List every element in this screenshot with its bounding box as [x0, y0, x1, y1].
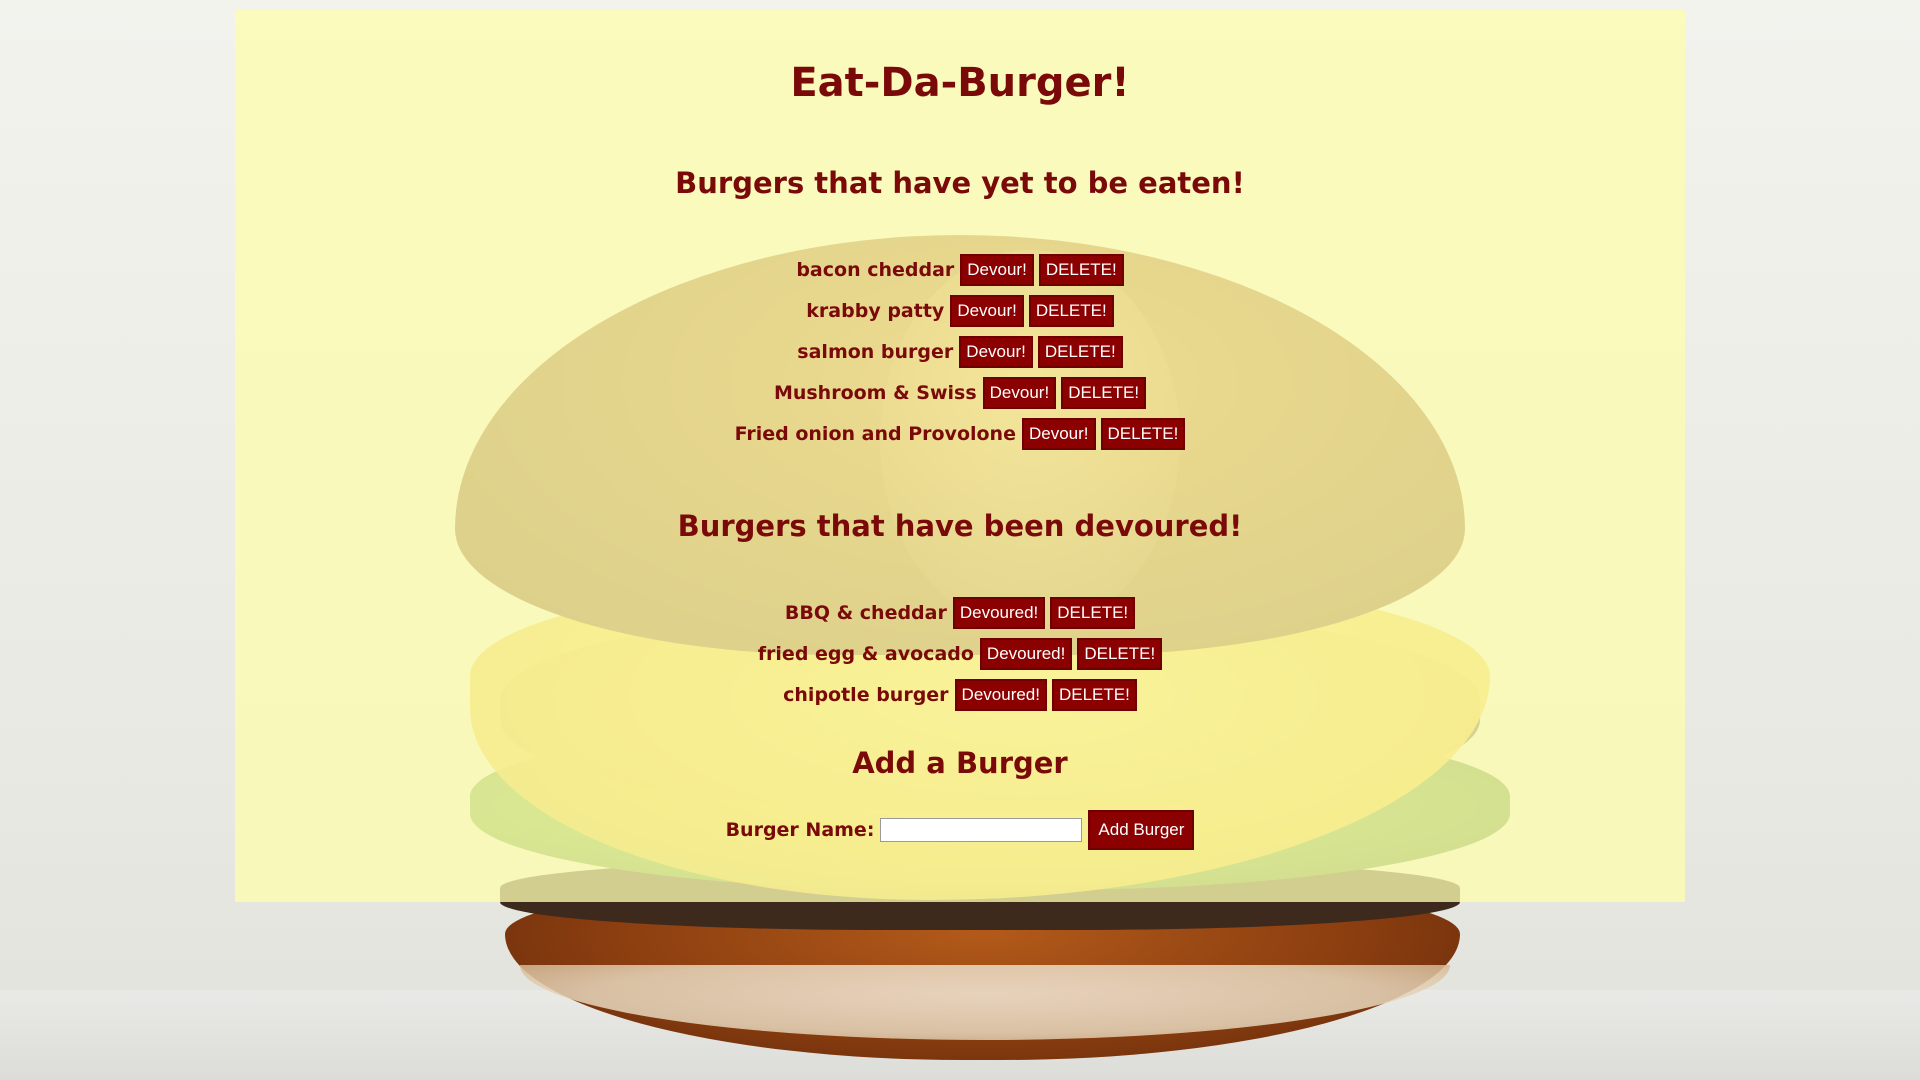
list-item: Fried onion and Provolone Devour! DELETE… [235, 413, 1685, 454]
uneaten-heading: Burgers that have yet to be eaten! [675, 166, 1245, 200]
devoured-heading: Burgers that have been devoured! [677, 509, 1243, 543]
list-item: krabby patty Devour! DELETE! [235, 290, 1685, 331]
list-item: bacon cheddar Devour! DELETE! [235, 249, 1685, 290]
burger-name: BBQ & cheddar [784, 601, 947, 624]
content: Eat-Da-Burger! Burgers that have yet to … [235, 10, 1685, 902]
burger-name: fried egg & avocado [757, 642, 974, 665]
devour-button[interactable]: Devour! [960, 253, 1034, 286]
list-item: chipotle burger Devoured! DELETE! [235, 674, 1685, 715]
devoured-list: BBQ & cheddar Devoured! DELETE! fried eg… [235, 592, 1685, 715]
delete-button[interactable]: DELETE! [1028, 294, 1114, 327]
devoured-button[interactable]: Devoured! [979, 637, 1073, 670]
burger-name-label: Burger Name: [725, 819, 875, 841]
list-item: fried egg & avocado Devoured! DELETE! [235, 633, 1685, 674]
devoured-button[interactable]: Devoured! [952, 596, 1046, 629]
add-burger-button[interactable]: Add Burger [1088, 810, 1195, 850]
content-panel: Eat-Da-Burger! Burgers that have yet to … [235, 10, 1685, 902]
devour-button[interactable]: Devour! [982, 376, 1057, 409]
burger-name: salmon burger [797, 340, 954, 363]
burger-name: krabby patty [806, 299, 945, 322]
page-title: Eat-Da-Burger! [790, 60, 1130, 106]
delete-button[interactable]: DELETE! [1037, 335, 1123, 368]
delete-button[interactable]: DELETE! [1061, 376, 1147, 409]
devour-button[interactable]: Devour! [1021, 417, 1096, 450]
delete-button[interactable]: DELETE! [1051, 678, 1137, 711]
add-burger-heading: Add a Burger [852, 746, 1068, 780]
delete-button[interactable]: DELETE! [1077, 637, 1163, 670]
delete-button[interactable]: DELETE! [1038, 253, 1124, 286]
devour-button[interactable]: Devour! [959, 335, 1033, 368]
devour-button[interactable]: Devour! [950, 294, 1024, 327]
list-item: Mushroom & Swiss Devour! DELETE! [235, 372, 1685, 413]
burger-name: Mushroom & Swiss [773, 381, 977, 404]
burger-name: bacon cheddar [796, 258, 955, 281]
list-item: BBQ & cheddar Devoured! DELETE! [235, 592, 1685, 633]
burger-name-input[interactable] [880, 818, 1083, 842]
uneaten-list: bacon cheddar Devour! DELETE! krabby pat… [235, 249, 1685, 454]
devoured-button[interactable]: Devoured! [954, 678, 1047, 711]
burger-name: chipotle burger [783, 683, 949, 706]
list-item: salmon burger Devour! DELETE! [235, 331, 1685, 372]
delete-button[interactable]: DELETE! [1100, 417, 1186, 450]
burger-name: Fried onion and Provolone [734, 422, 1016, 445]
add-burger-form: Burger Name: Add Burger [235, 810, 1685, 850]
delete-button[interactable]: DELETE! [1050, 596, 1136, 629]
